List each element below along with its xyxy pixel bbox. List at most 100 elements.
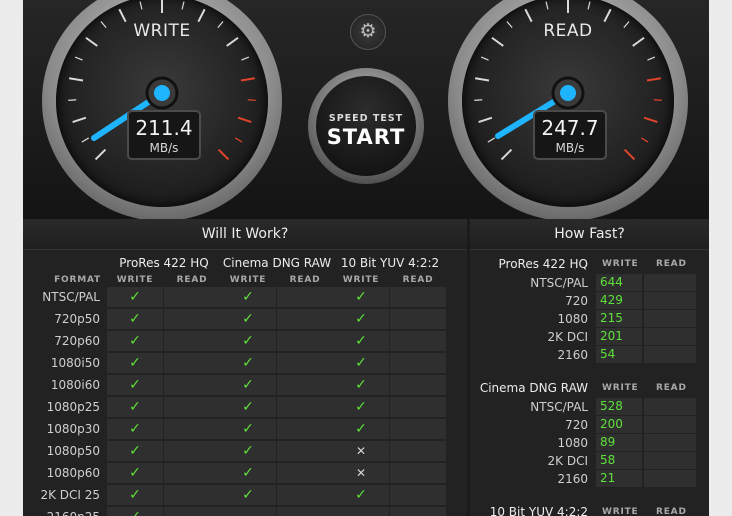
- codec-section-title: 10 Bit YUV 4:2:2: [489, 505, 588, 516]
- write-result-cell: [333, 507, 389, 516]
- write-speed-cell: 21: [596, 470, 642, 487]
- check-icon: ✓: [242, 399, 254, 415]
- read-result-cell: [277, 375, 333, 395]
- gauge-tick: [237, 116, 252, 123]
- gauge-tick: [480, 56, 489, 61]
- speed-row: 2160 21: [470, 470, 709, 488]
- gauge-tick: [68, 99, 77, 101]
- needle-hub-center: [560, 85, 576, 101]
- read-readout: 247.7 MB/s: [533, 110, 607, 160]
- write-speed-value: 211.4: [135, 116, 193, 140]
- read-result-cell: [164, 375, 220, 395]
- resolution-label: 1080: [557, 312, 588, 326]
- codec-section-title: ProRes 422 HQ: [498, 257, 588, 271]
- resolution-label: 720: [565, 294, 588, 308]
- check-icon: ✓: [242, 333, 254, 349]
- read-speed-cell: [644, 346, 696, 363]
- gauge-tick: [545, 1, 549, 10]
- check-icon: ✓: [242, 465, 254, 481]
- cross-icon: ✕: [355, 444, 367, 458]
- check-icon: ✓: [242, 487, 254, 503]
- gauge-tick: [524, 8, 533, 23]
- gauge-tick: [643, 116, 658, 123]
- format-label: 1080i50: [50, 356, 100, 370]
- needle-hub-center: [154, 85, 170, 101]
- write-result-cell: ✓: [333, 375, 389, 395]
- check-icon: ✓: [355, 355, 367, 371]
- read-column-header: READ: [656, 507, 687, 516]
- gear-icon: ⚙: [359, 20, 377, 42]
- write-result-cell: ✓: [107, 507, 163, 516]
- read-result-cell: [390, 375, 446, 395]
- gauge-tick: [72, 116, 87, 123]
- read-speed-value: 247.7: [541, 116, 599, 140]
- gauge-tick: [139, 1, 143, 10]
- format-label: 720p60: [54, 334, 100, 348]
- write-result-cell: ✓: [107, 463, 163, 483]
- read-speed-cell: [644, 274, 696, 291]
- read-result-cell: [164, 463, 220, 483]
- write-result-cell: ✓: [220, 463, 276, 483]
- read-result-cell: [164, 419, 220, 439]
- read-result-cell: [277, 485, 333, 505]
- resolution-label: NTSC/PAL: [530, 276, 588, 290]
- format-group-header: ProRes 422 HQ: [119, 256, 209, 270]
- write-result-cell: ✓: [107, 375, 163, 395]
- speed-row: 2K DCI 58: [470, 452, 709, 470]
- write-result-cell: ✕: [333, 441, 389, 461]
- read-speed-cell: [644, 452, 696, 469]
- check-icon: ✓: [129, 443, 141, 459]
- gauge-tick: [641, 137, 649, 143]
- format-group-header: 10 Bit YUV 4:2:2: [340, 256, 440, 270]
- write-speed-cell: 644: [596, 274, 642, 291]
- write-result-cell: ✓: [107, 353, 163, 373]
- read-column-header: READ: [402, 275, 434, 285]
- write-speed-cell: 429: [596, 292, 642, 309]
- resolution-label: NTSC/PAL: [530, 400, 588, 414]
- check-icon: ✓: [242, 355, 254, 371]
- write-gauge-label: WRITE: [133, 21, 191, 41]
- gauge-tick: [118, 8, 127, 23]
- read-result-cell: [390, 485, 446, 505]
- read-column-header: READ: [656, 259, 687, 269]
- resolution-label: 720: [565, 418, 588, 432]
- read-result-cell: [164, 287, 220, 307]
- check-icon: ✓: [242, 289, 254, 305]
- speed-row: 2K DCI 201: [470, 328, 709, 346]
- table-row: NTSC/PAL ✓ ✓ ✓: [23, 286, 467, 308]
- write-gauge: WRITE 211.4 MB/s: [42, 0, 282, 221]
- format-group-header: Cinema DNG RAW: [222, 256, 332, 270]
- read-result-cell: [277, 419, 333, 439]
- settings-button[interactable]: ⚙: [350, 14, 386, 50]
- read-result-cell: [277, 287, 333, 307]
- gauge-tick: [653, 99, 662, 101]
- format-label: NTSC/PAL: [42, 290, 100, 304]
- check-icon: ✓: [129, 487, 141, 503]
- will-it-work-title: Will It Work?: [23, 219, 467, 250]
- write-result-cell: ✓: [220, 287, 276, 307]
- start-button[interactable]: SPEED TEST START: [308, 68, 424, 184]
- start-button-face: SPEED TEST START: [316, 76, 416, 176]
- start-button-caption: SPEED TEST: [328, 113, 404, 124]
- start-button-label: START: [326, 125, 406, 149]
- write-result-cell: ✓: [107, 287, 163, 307]
- write-speed-unit: MB/s: [149, 141, 179, 155]
- check-icon: ✓: [355, 421, 367, 437]
- write-result-cell: ✓: [220, 485, 276, 505]
- check-icon: ✓: [242, 311, 254, 327]
- format-label: 1080p30: [46, 422, 100, 436]
- check-icon: ✓: [129, 465, 141, 481]
- read-speed-cell: [644, 328, 696, 345]
- table-row: 2K DCI 25 ✓ ✓ ✓: [23, 484, 467, 506]
- read-result-cell: [390, 419, 446, 439]
- format-label: 1080p25: [46, 400, 100, 414]
- speed-row: 2160 54: [470, 346, 709, 364]
- write-result-cell: ✓: [333, 331, 389, 351]
- gauge-tick: [478, 116, 493, 123]
- resolution-label: 2K DCI: [547, 330, 588, 344]
- write-speed-cell: 201: [596, 328, 642, 345]
- check-icon: ✓: [355, 487, 367, 503]
- read-result-cell: [164, 353, 220, 373]
- gauge-tick: [81, 137, 89, 143]
- write-result-cell: ✓: [107, 397, 163, 417]
